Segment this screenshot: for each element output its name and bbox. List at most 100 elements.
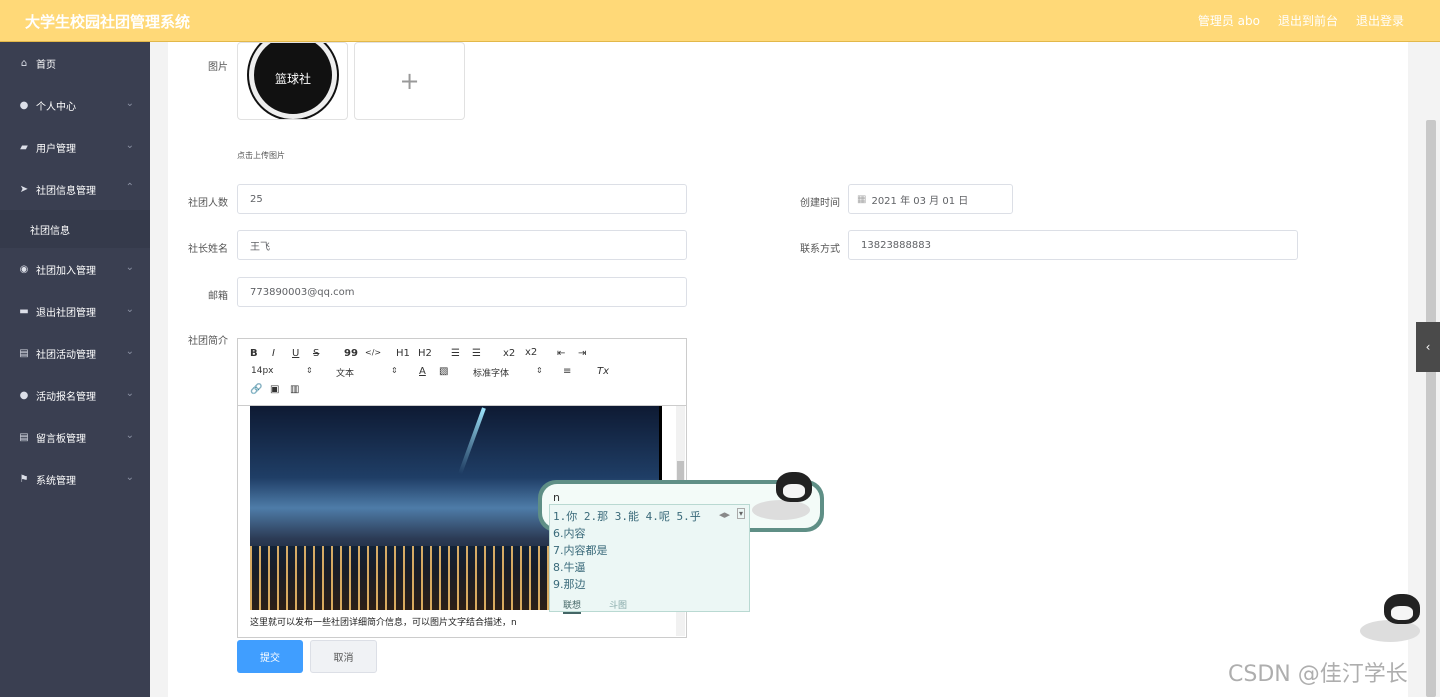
created-label: 创建时间 <box>800 198 840 209</box>
sidebar-subitem-club-info[interactable]: 社团信息 <box>0 210 150 248</box>
outdent-icon[interactable]: ⇤ <box>557 348 565 359</box>
location-icon: ◉ <box>19 263 29 275</box>
sidebar-item-label: 社团活动管理 <box>36 349 96 361</box>
code-button[interactable]: </> <box>365 348 381 357</box>
comet-streak <box>458 407 486 475</box>
logout-link[interactable]: 退出登录 <box>1356 12 1404 29</box>
highlight-icon[interactable]: ▧ <box>439 366 448 377</box>
select-arrows-icon: ⇕ <box>536 366 543 375</box>
top-header: 大学生校园社团管理系统 管理员 abo 退出到前台 退出登录 <box>0 0 1440 42</box>
clipboard-icon: ▤ <box>19 431 29 443</box>
watermark: CSDN @佳汀学长 <box>1228 662 1408 687</box>
h1-button[interactable]: H1 <box>396 348 410 359</box>
sidebar: ⌂ 首页 ● 个人中心 ⌄ ▰ 用户管理 ⌄ ➤ 社团信息管理 ⌃ 社团信息 ◉… <box>0 42 150 697</box>
upload-button[interactable]: + <box>354 42 465 120</box>
exit-to-frontend-link[interactable]: 退出到前台 <box>1278 12 1338 29</box>
cancel-button[interactable]: 取消 <box>310 640 377 673</box>
current-user: 管理员 abo <box>1197 14 1260 28</box>
text-type-select[interactable]: 文本 <box>336 366 354 379</box>
bullet-list-icon[interactable]: ☰ <box>472 348 481 359</box>
chevron-left-icon: ‹ <box>1425 340 1431 354</box>
sidebar-item-home[interactable]: ⌂ 首页 <box>0 42 150 84</box>
image-icon[interactable]: ▣ <box>270 384 279 395</box>
plus-icon: + <box>399 67 420 95</box>
contact-label: 联系方式 <box>800 244 840 255</box>
align-icon[interactable]: ≡ <box>563 366 571 377</box>
sidebar-item-label: 用户管理 <box>36 143 76 155</box>
superscript-button[interactable]: x2 <box>525 347 537 358</box>
side-panel-toggle[interactable]: ‹ <box>1416 322 1440 372</box>
indent-icon[interactable]: ⇥ <box>578 348 586 359</box>
underline-button[interactable]: U <box>292 348 299 359</box>
sidebar-item-label: 系统管理 <box>36 475 76 487</box>
editor-text-content: 这里就可以发布一些社团详细简介信息，可以图片文字结合描述，n <box>250 618 517 628</box>
chevron-up-icon: ⌃ <box>125 182 134 193</box>
editor-toolbar: B I U S 99 </> H1 H2 ☰ ☰ x2 x2 ⇤ ⇥ 14px … <box>238 339 686 406</box>
ime-candidate-8[interactable]: 8.牛逼 <box>553 559 586 575</box>
sidebar-item-club-activity[interactable]: ▤ 社团活动管理 ⌄ <box>0 332 150 374</box>
email-input[interactable]: 773890003@qq.com <box>237 277 687 307</box>
ime-tab-lianxiang[interactable]: 联想 <box>563 598 582 614</box>
video-icon[interactable]: ▥ <box>290 384 299 395</box>
upload-hint: 点击上传图片 <box>237 151 285 160</box>
text-color-icon[interactable]: A <box>419 366 426 377</box>
sidebar-item-club-join[interactable]: ◉ 社团加入管理 ⌄ <box>0 248 150 290</box>
sidebar-item-club-info[interactable]: ➤ 社团信息管理 ⌃ <box>0 168 150 210</box>
sidebar-item-label: 社团信息管理 <box>36 185 96 197</box>
user-icon: ● <box>19 389 29 401</box>
sidebar-item-users[interactable]: ▰ 用户管理 ⌄ <box>0 126 150 168</box>
sidebar-item-label: 留言板管理 <box>36 433 86 445</box>
italic-button[interactable]: I <box>272 348 275 359</box>
sidebar-item-club-quit[interactable]: ▬ 退出社团管理 ⌄ <box>0 290 150 332</box>
ordered-list-icon[interactable]: ☰ <box>451 348 460 359</box>
send-icon: ➤ <box>19 183 29 195</box>
chevron-down-icon: ⌄ <box>125 346 134 357</box>
ime-page-arrows-icon[interactable]: ◂▸ <box>719 508 730 521</box>
clear-format-button[interactable]: Tx <box>597 366 609 377</box>
bold-button[interactable]: B <box>250 348 258 359</box>
ime-candidate-6[interactable]: 6.内容 <box>553 525 586 541</box>
chevron-down-icon: ⌄ <box>125 388 134 399</box>
user-icon: ● <box>19 99 29 111</box>
uploaded-image[interactable]: 篮球社 <box>237 42 348 120</box>
sidebar-item-system[interactable]: ⚑ 系统管理 ⌄ <box>0 458 150 500</box>
ime-candidate-7[interactable]: 7.内容都是 <box>553 542 608 558</box>
clipboard-icon: ▤ <box>19 347 29 359</box>
image-label: 图片 <box>208 62 228 73</box>
ime-pinyin-input: n <box>553 491 560 504</box>
font-family-select[interactable]: 标准字体 <box>473 366 509 379</box>
font-size-select[interactable]: 14px <box>251 366 274 376</box>
sidebar-item-message-board[interactable]: ▤ 留言板管理 ⌄ <box>0 416 150 458</box>
intro-label: 社团简介 <box>188 336 228 347</box>
ime-candidate-9[interactable]: 9.那边 <box>553 576 586 592</box>
leader-input[interactable]: 王飞 <box>237 230 687 260</box>
sidebar-item-label: 活动报名管理 <box>36 391 96 403</box>
link-icon[interactable]: 🔗 <box>250 384 262 395</box>
sidebar-item-label: 个人中心 <box>36 101 76 113</box>
home-icon: ⌂ <box>20 57 28 69</box>
sidebar-item-profile[interactable]: ● 个人中心 ⌄ <box>0 84 150 126</box>
sidebar-item-label: 首页 <box>36 59 56 71</box>
ime-tab-doutu[interactable]: 斗图 <box>609 598 627 614</box>
chevron-down-icon: ⌄ <box>125 472 134 483</box>
users-icon: ▰ <box>20 141 28 153</box>
h2-button[interactable]: H2 <box>418 348 432 359</box>
sidebar-item-activity-signup[interactable]: ● 活动报名管理 ⌄ <box>0 374 150 416</box>
ime-expand-icon[interactable]: ▾ <box>737 508 746 519</box>
select-arrows-icon: ⇕ <box>306 366 313 375</box>
quote-button[interactable]: 99 <box>344 348 358 359</box>
submit-button[interactable]: 提交 <box>237 640 303 673</box>
members-input[interactable]: 25 <box>237 184 687 214</box>
app-title: 大学生校园社团管理系统 <box>25 13 191 31</box>
members-label: 社团人数 <box>188 198 228 209</box>
ime-candidates-row[interactable]: 1.你 2.那 3.能 4.呢 5.乎 <box>553 508 701 524</box>
created-date-input[interactable]: ▦ 2021 年 03 月 01 日 <box>848 184 1013 214</box>
strike-button[interactable]: S <box>313 348 319 359</box>
subscript-button[interactable]: x2 <box>503 348 515 359</box>
contact-input[interactable]: 13823888883 <box>848 230 1298 260</box>
page-scrollbar[interactable] <box>1426 120 1436 697</box>
flag-icon: ⚑ <box>19 473 29 485</box>
chevron-down-icon: ⌄ <box>125 140 134 151</box>
chevron-down-icon: ⌄ <box>125 430 134 441</box>
email-label: 邮箱 <box>208 291 228 302</box>
